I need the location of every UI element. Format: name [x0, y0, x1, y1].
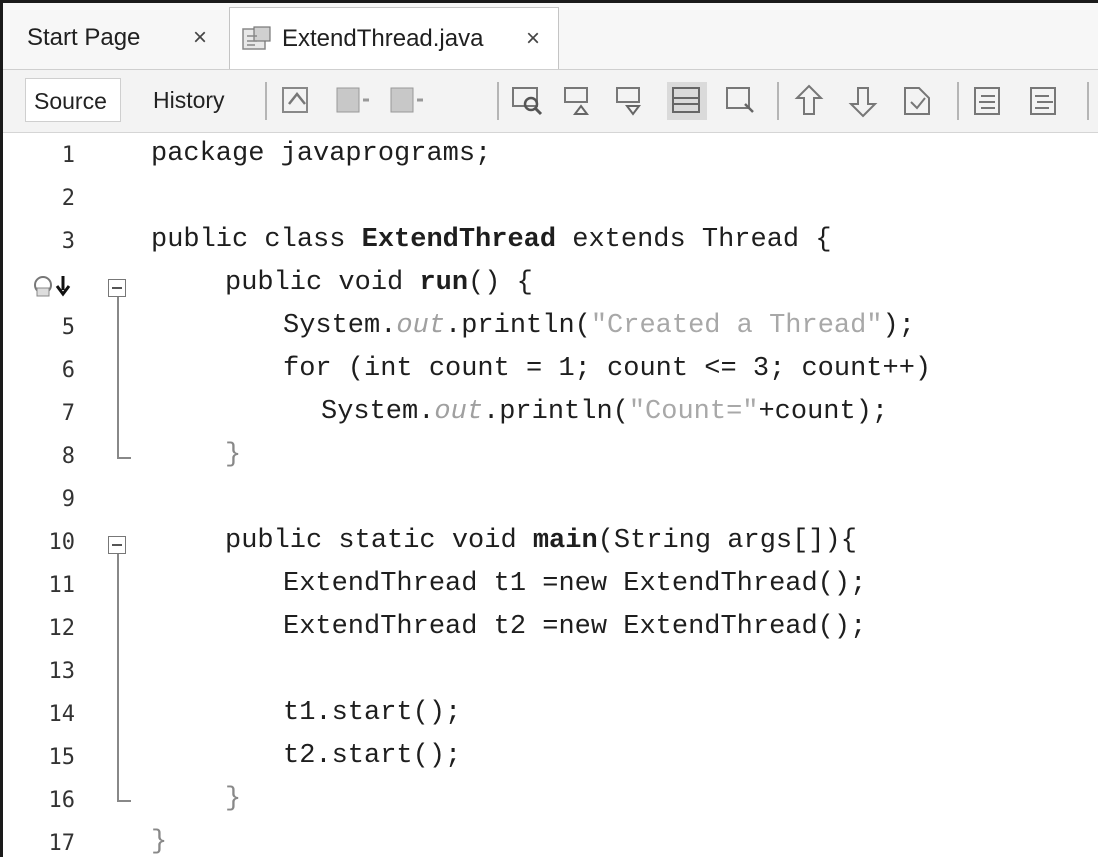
code-text: } — [151, 827, 168, 857]
forward-icon[interactable] — [387, 82, 427, 120]
shift-left-icon[interactable] — [969, 82, 1009, 120]
toolbar-separator — [957, 82, 959, 120]
code-line: public void run() { — [3, 264, 1098, 307]
line-number: 11 — [48, 573, 76, 598]
close-icon[interactable]: × — [193, 24, 207, 52]
line-number: 5 — [61, 315, 75, 340]
toolbar-separator — [777, 82, 779, 120]
code-line: 17 } — [3, 823, 1098, 866]
code-line: 12 ExtendThread t2 =new ExtendThread(); — [3, 608, 1098, 651]
code-text: public static void main(String args[]){ — [225, 526, 857, 556]
code-editor[interactable]: 1 package javaprograms; 2 3 public class… — [3, 133, 1098, 857]
code-text: t1.start(); — [283, 698, 462, 728]
tab-label: Start Page — [27, 24, 141, 51]
line-number: 10 — [48, 530, 76, 555]
toggle-highlight-icon[interactable] — [667, 82, 707, 120]
line-number: 13 — [48, 659, 76, 684]
line-number: 3 — [61, 229, 75, 254]
java-file-icon — [242, 25, 272, 52]
line-number: 2 — [61, 186, 75, 211]
code-text: t2.start(); — [283, 741, 462, 771]
source-button[interactable]: Source — [25, 78, 121, 122]
line-number: 14 — [48, 702, 76, 727]
code-text: } — [225, 440, 242, 470]
back-icon[interactable] — [333, 82, 373, 120]
code-text: package javaprograms; — [151, 139, 492, 169]
line-number: 12 — [48, 616, 76, 641]
editor-window: Start Page × ExtendThread.java × Source … — [0, 0, 1098, 857]
code-text: public class ExtendThread extends Thread… — [151, 225, 832, 255]
tab-label: ExtendThread.java — [282, 24, 484, 52]
code-line: 2 — [3, 178, 1098, 221]
code-text: System.out.println("Count="+count); — [321, 397, 889, 427]
line-number: 9 — [61, 487, 75, 512]
toggle-rect-selection-icon[interactable] — [721, 82, 761, 120]
code-line: 5 System.out.println("Created a Thread")… — [3, 307, 1098, 350]
code-line: 6 for (int count = 1; count <= 3; count+… — [3, 350, 1098, 393]
tab-start-page[interactable]: Start Page × — [27, 9, 227, 67]
line-number: 15 — [48, 745, 76, 770]
code-text: ExtendThread t1 =new ExtendThread(); — [283, 569, 867, 599]
find-previous-icon[interactable] — [561, 82, 601, 120]
line-number: 1 — [61, 143, 75, 168]
history-button[interactable]: History — [145, 78, 233, 122]
code-line: 15 t2.start(); — [3, 737, 1098, 780]
code-text: } — [225, 784, 242, 814]
toolbar-separator — [1087, 82, 1089, 120]
last-edit-icon[interactable] — [277, 82, 317, 120]
code-line: 10 public static void main(String args[]… — [3, 522, 1098, 565]
code-line: 11 ExtendThread t1 =new ExtendThread(); — [3, 565, 1098, 608]
toolbar-separator — [497, 82, 499, 120]
line-number: 17 — [48, 831, 76, 856]
code-line: 8 } — [3, 436, 1098, 479]
code-line: 1 package javaprograms; — [3, 135, 1098, 178]
previous-bookmark-icon[interactable] — [789, 82, 829, 120]
code-text: for (int count = 1; count <= 3; count++) — [283, 354, 932, 384]
find-next-icon[interactable] — [613, 82, 653, 120]
close-icon[interactable]: × — [526, 25, 540, 53]
code-line: 14 t1.start(); — [3, 694, 1098, 737]
code-line: 9 — [3, 479, 1098, 522]
code-line: 16 } — [3, 780, 1098, 823]
line-number: 16 — [48, 788, 76, 813]
next-bookmark-icon[interactable] — [843, 82, 883, 120]
editor-toolbar: Source History — [3, 70, 1098, 133]
shift-right-icon[interactable] — [1025, 82, 1065, 120]
tab-extendthread-java[interactable]: ExtendThread.java × — [229, 7, 559, 69]
code-text: public void run() { — [225, 268, 533, 298]
line-number: 8 — [61, 444, 75, 469]
toolbar-separator — [265, 82, 267, 120]
line-number: 7 — [61, 401, 75, 426]
window-edge — [1098, 0, 1104, 863]
code-text: System.out.println("Created a Thread"); — [283, 311, 915, 341]
find-selection-icon[interactable] — [509, 82, 549, 120]
line-number: 6 — [61, 358, 75, 383]
toggle-bookmark-icon[interactable] — [897, 82, 937, 120]
code-line: 13 — [3, 651, 1098, 694]
code-line: 7 System.out.println("Count="+count); — [3, 393, 1098, 436]
code-line: 3 public class ExtendThread extends Thre… — [3, 221, 1098, 264]
override-annotation-icon[interactable] — [33, 274, 79, 305]
tab-bar: Start Page × ExtendThread.java × — [3, 3, 1098, 70]
code-text: ExtendThread t2 =new ExtendThread(); — [283, 612, 867, 642]
